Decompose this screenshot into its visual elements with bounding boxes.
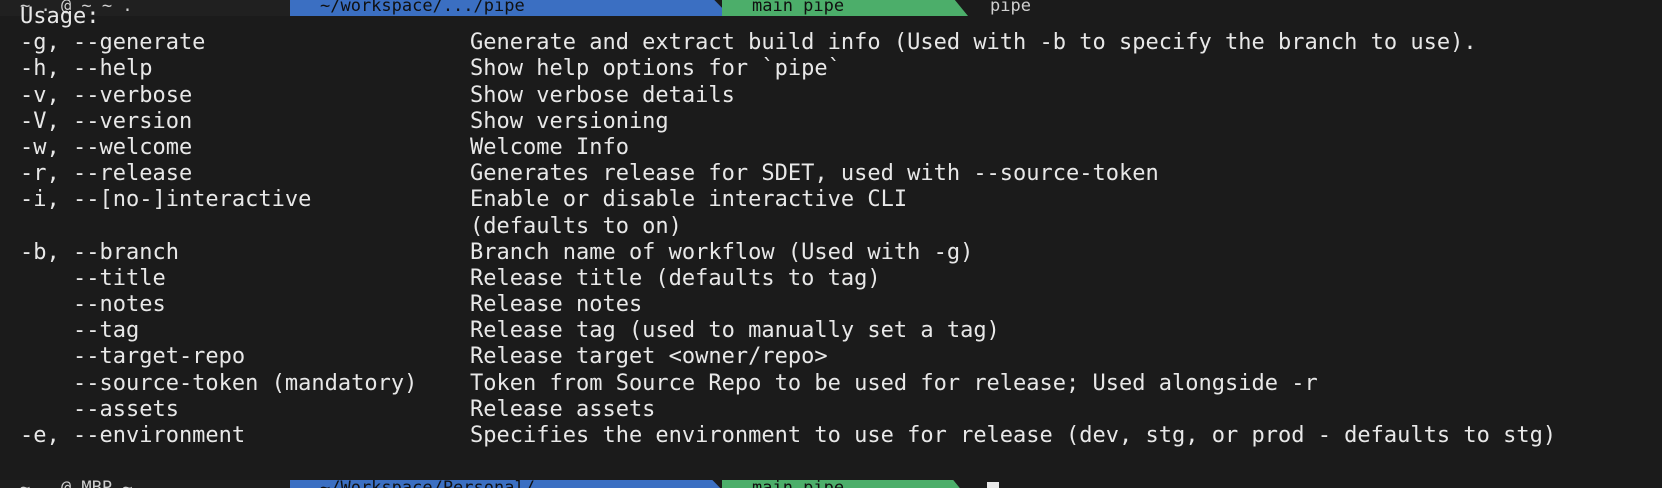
prompt-branch-segment: main pipe bbox=[722, 480, 968, 488]
option-description: Token from Source Repo to be used for re… bbox=[470, 370, 1318, 396]
help-option-row: -r, --release Generates release for SDET,… bbox=[20, 161, 1650, 187]
option-description: Enable or disable interactive CLI bbox=[470, 187, 908, 213]
option-flag: -i, --[no-]interactive bbox=[20, 187, 312, 213]
option-description: Release title (defaults to tag) bbox=[470, 265, 881, 291]
usage-label: Usage: bbox=[20, 4, 100, 29]
help-option-row: --notes Release notes bbox=[20, 292, 1650, 318]
option-description: Welcome Info bbox=[470, 134, 629, 160]
help-option-row: -w, --welcome Welcome Info bbox=[20, 135, 1650, 161]
option-flag: --target-repo bbox=[20, 344, 246, 370]
option-flag: -h, --help bbox=[20, 56, 153, 82]
option-flag: -v, --verbose bbox=[20, 82, 193, 108]
option-description: Show help options for `pipe` bbox=[470, 56, 841, 82]
prompt-line-current: ~ . @ MBP ~ ~/Workspace/Personal/... mai… bbox=[0, 480, 1662, 488]
help-option-row: --title Release title (defaults to tag) bbox=[20, 266, 1650, 292]
help-output: Usage: -g, --generate Generate and extrac… bbox=[20, 4, 1650, 449]
help-option-row: --tag Release tag (used to manually set a… bbox=[20, 318, 1650, 344]
option-description: Release target <owner/repo> bbox=[470, 344, 828, 370]
option-flag: --source-token (mandatory) bbox=[20, 370, 418, 396]
option-flag: --assets bbox=[20, 396, 179, 422]
option-description: Specifies the environment to use for rel… bbox=[470, 423, 1557, 448]
text-cursor[interactable] bbox=[987, 482, 999, 488]
option-description: (defaults to on) bbox=[470, 213, 682, 239]
help-option-row: -e, --environment Specifies the environme… bbox=[20, 423, 1650, 449]
help-option-row: -i, --[no-]interactive Enable or disable … bbox=[20, 187, 1650, 213]
option-description: Show versioning bbox=[470, 108, 669, 134]
help-option-row: -b, --branch Branch name of workflow (Use… bbox=[20, 240, 1650, 266]
help-option-row: -v, --verbose Show verbose details bbox=[20, 83, 1650, 109]
option-flag: --title bbox=[20, 265, 166, 291]
option-description: Release tag (used to manually set a tag) bbox=[470, 318, 1000, 344]
help-option-row: --target-repo Release target <owner/repo> bbox=[20, 344, 1650, 370]
terminal-window[interactable]: ~ . @ ~ ~ . ~/workspace/.../pipe main pi… bbox=[0, 0, 1662, 488]
option-description: Branch name of workflow (Used with -g) bbox=[470, 239, 974, 265]
option-flag bbox=[20, 214, 470, 240]
help-option-list: -g, --generate Generate and extract build… bbox=[20, 30, 1650, 449]
option-flag: -w, --welcome bbox=[20, 134, 193, 160]
option-description: Generates release for SDET, used with --… bbox=[470, 161, 1159, 187]
option-description: Release notes bbox=[470, 292, 643, 318]
prompt-user-segment: ~ . @ MBP ~ bbox=[0, 480, 300, 488]
help-option-row: --source-token (mandatory) Token from Sou… bbox=[20, 371, 1650, 397]
help-option-row: --assets Release assets bbox=[20, 397, 1650, 423]
option-flag: -b, --branch bbox=[20, 239, 179, 265]
option-description: Release assets bbox=[470, 396, 656, 422]
prompt-path-segment: ~/Workspace/Personal/... bbox=[290, 480, 730, 488]
help-option-row: -g, --generate Generate and extract build… bbox=[20, 30, 1650, 56]
help-option-row: -h, --help Show help options for `pipe` bbox=[20, 56, 1650, 82]
option-description: Show verbose details bbox=[470, 82, 735, 108]
option-flag: -e, --environment bbox=[20, 423, 246, 448]
help-option-row: (defaults to on) bbox=[20, 214, 1650, 240]
option-flag: -V, --version bbox=[20, 108, 193, 134]
option-flag: -r, --release bbox=[20, 161, 193, 187]
option-flag: --notes bbox=[20, 292, 166, 318]
option-flag: --tag bbox=[20, 318, 140, 344]
option-flag: -g, --generate bbox=[20, 30, 206, 56]
option-description: Generate and extract build info (Used wi… bbox=[470, 30, 1477, 56]
help-option-row: -V, --version Show versioning bbox=[20, 109, 1650, 135]
